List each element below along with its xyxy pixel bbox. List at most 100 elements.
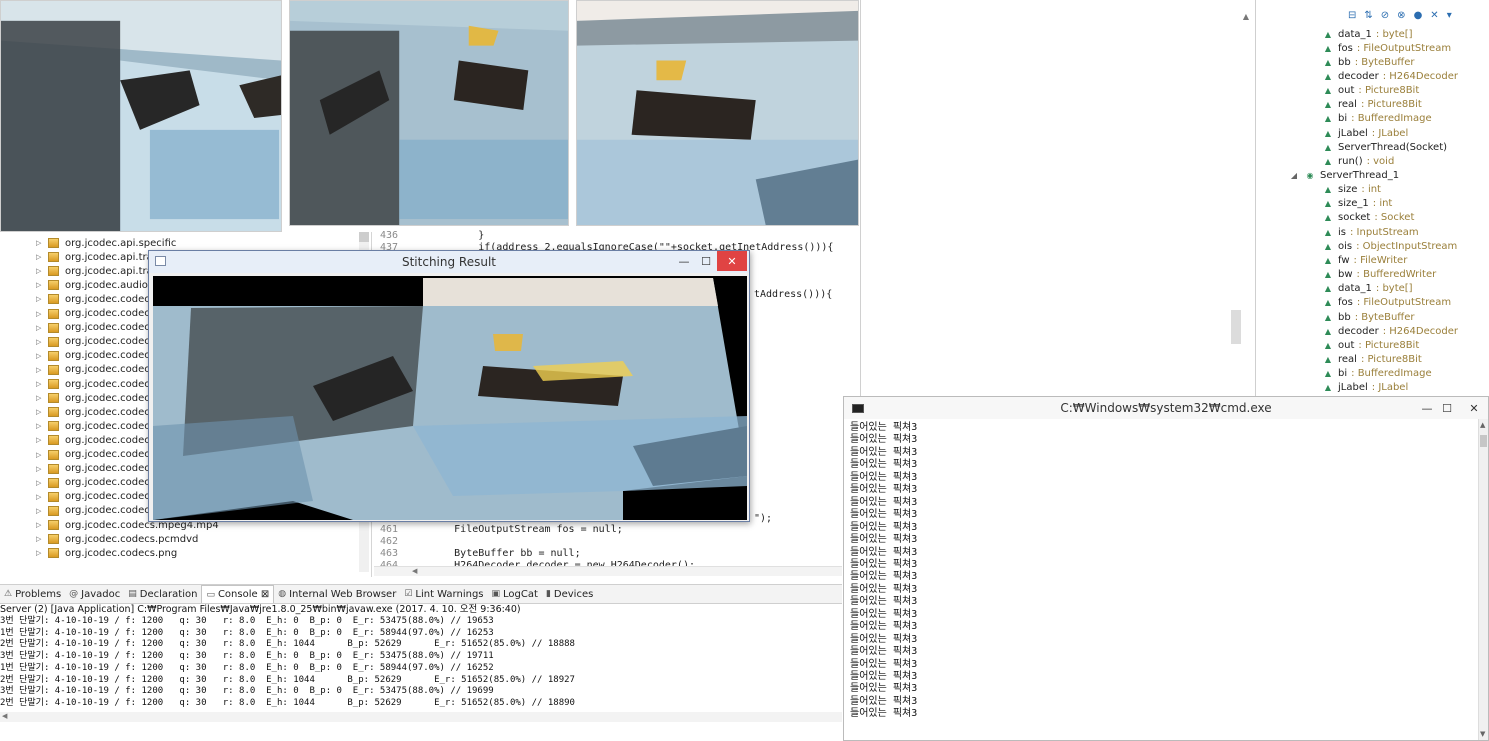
- outline-item[interactable]: ▲ real : Picture8Bit: [1322, 98, 1422, 112]
- tab-problems[interactable]: ⚠ Problems: [0, 585, 65, 603]
- outline-item[interactable]: ▲ bb : ByteBuffer: [1322, 55, 1415, 69]
- expand-arrow-icon[interactable]: ▷: [36, 352, 44, 360]
- field-icon: ▲: [1324, 213, 1332, 223]
- outline-item[interactable]: ▲ ServerThread(Socket): [1322, 140, 1451, 154]
- hide-static-icon[interactable]: ⊗: [1397, 10, 1405, 21]
- expand-arrow-icon[interactable]: ▷: [36, 465, 44, 473]
- outline-item[interactable]: ▲ bi : BufferedImage: [1322, 367, 1432, 381]
- expand-arrow-icon[interactable]: ▷: [36, 549, 44, 557]
- outline-item-type: : BufferedImage: [1351, 113, 1432, 125]
- scroll-down-icon[interactable]: ▼: [1480, 730, 1485, 738]
- expand-arrow-icon[interactable]: ▷: [36, 535, 44, 543]
- outline-item[interactable]: ▲ size_1 : int: [1322, 197, 1392, 211]
- package-item[interactable]: ▷ org.jcodec.audio: [36, 278, 148, 292]
- close-button[interactable]: ✕: [717, 251, 747, 271]
- outline-item[interactable]: ▲ bb : ByteBuffer: [1322, 310, 1415, 324]
- scroll-arrow-up-icon[interactable]: ▲: [1243, 12, 1249, 21]
- outline-item[interactable]: ▲ fw : FileWriter: [1322, 253, 1407, 267]
- editor-horizontal-scrollbar[interactable]: ◀: [374, 566, 842, 576]
- package-item[interactable]: ▷ org.jcodec.codecs.png: [36, 546, 177, 560]
- expand-arrow-icon[interactable]: ▷: [36, 422, 44, 430]
- close-button[interactable]: ✕: [1458, 398, 1489, 418]
- stitched-panorama: [153, 276, 747, 520]
- package-label: org.jcodec.codecs.png: [65, 547, 178, 559]
- package-label: org.jcodec.codecs.pcmdvd: [65, 533, 199, 545]
- expand-arrow-icon[interactable]: ▷: [36, 267, 44, 275]
- cmd-titlebar[interactable]: C:₩Windows₩system32₩cmd.exe — ☐ ✕: [844, 397, 1488, 419]
- maximize-button[interactable]: ☐: [695, 251, 717, 271]
- cmd-window[interactable]: C:₩Windows₩system32₩cmd.exe — ☐ ✕ 들어있는 픽…: [843, 396, 1489, 741]
- cmd-scrollbar[interactable]: ▲ ▼: [1478, 419, 1488, 740]
- expand-arrow-icon[interactable]: ▷: [36, 324, 44, 332]
- expand-arrow-icon[interactable]: ▷: [36, 310, 44, 318]
- package-item[interactable]: ▷ org.jcodec.api.specific: [36, 236, 176, 250]
- tab-devices[interactable]: ▮ Devices: [542, 585, 597, 603]
- class-icon: ◉: [1306, 171, 1314, 180]
- outline-item[interactable]: ▲ out : Picture8Bit: [1322, 338, 1419, 352]
- hide-fields-icon[interactable]: ⊘: [1381, 10, 1389, 21]
- package-item[interactable]: ▷ org.jcodec.codecs.pcmdvd: [36, 532, 198, 546]
- outline-item[interactable]: ▲ fos : FileOutputStream: [1322, 296, 1451, 310]
- expand-arrow-icon[interactable]: ▷: [36, 479, 44, 487]
- cmd-output-line: 들어있는 픽쳐3: [850, 422, 918, 433]
- outline-item[interactable]: ▲ is : InputStream: [1322, 225, 1419, 239]
- expand-arrow-icon[interactable]: ▷: [36, 281, 44, 289]
- tab-declaration[interactable]: ▤ Declaration: [124, 585, 201, 603]
- outline-item[interactable]: ▲ size : int: [1322, 183, 1381, 197]
- scroll-left-icon[interactable]: ◀: [412, 567, 417, 575]
- outline-item[interactable]: ▲ ois : ObjectInputStream: [1322, 239, 1457, 253]
- tab-javadoc[interactable]: @ Javadoc: [65, 585, 124, 603]
- expand-arrow-icon[interactable]: ▷: [36, 239, 44, 247]
- editor-scrollbar-thumb[interactable]: [1231, 310, 1241, 344]
- outline-item[interactable]: ▲ jLabel : JLabel: [1322, 126, 1408, 140]
- expand-arrow-icon[interactable]: ▷: [36, 366, 44, 374]
- tab-logcat[interactable]: ▣ LogCat: [488, 585, 542, 603]
- stitching-result-window[interactable]: Stitching Result — ☐ ✕: [148, 250, 750, 522]
- expand-arrow-icon[interactable]: ▷: [36, 394, 44, 402]
- console-horizontal-scrollbar[interactable]: ◀: [0, 712, 842, 722]
- expand-arrow-icon[interactable]: ▷: [36, 408, 44, 416]
- outline-item-type: : BufferedImage: [1351, 368, 1432, 380]
- expand-arrow-icon[interactable]: ▷: [36, 507, 44, 515]
- tab-lint[interactable]: ☑ Lint Warnings: [400, 585, 487, 603]
- sort-icon[interactable]: ⇅: [1364, 10, 1372, 21]
- tab-browser[interactable]: ◍ Internal Web Browser: [274, 585, 400, 603]
- outline-item[interactable]: ▲ socket : Socket: [1322, 211, 1414, 225]
- expand-arrow-icon[interactable]: ▷: [36, 253, 44, 261]
- scroll-up-icon[interactable]: ▲: [1480, 421, 1485, 429]
- collapse-all-icon[interactable]: ⊟: [1348, 10, 1356, 21]
- tab-console[interactable]: ▭ Console ⊠: [201, 585, 275, 603]
- expand-arrow-icon[interactable]: ▷: [36, 436, 44, 444]
- window-titlebar[interactable]: Stitching Result — ☐ ✕: [149, 251, 749, 273]
- expand-arrow-icon[interactable]: ◢: [1288, 171, 1300, 180]
- hide-nonpublic-icon[interactable]: ●: [1414, 10, 1423, 21]
- console-view[interactable]: Server (2) [Java Application] C:₩Program…: [0, 604, 842, 741]
- outline-item[interactable]: ▲ data_1 : byte[]: [1322, 282, 1413, 296]
- outline-item[interactable]: ▲ out : Picture8Bit: [1322, 84, 1419, 98]
- outline-item[interactable]: ◢ ◉ ServerThread_1: [1288, 169, 1403, 183]
- outline-item[interactable]: ▲ bw : BufferedWriter: [1322, 268, 1436, 282]
- expand-arrow-icon[interactable]: ▷: [36, 338, 44, 346]
- expand-arrow-icon[interactable]: ▷: [36, 451, 44, 459]
- outline-item[interactable]: ▲ decoder : H264Decoder: [1322, 69, 1458, 83]
- view-menu-icon[interactable]: ▾: [1447, 10, 1452, 21]
- console-icon: ▭: [206, 589, 215, 600]
- expand-arrow-icon[interactable]: ▷: [36, 295, 44, 303]
- minimize-button[interactable]: —: [1416, 398, 1438, 418]
- expand-arrow-icon[interactable]: ▷: [36, 493, 44, 501]
- scroll-left-icon[interactable]: ◀: [2, 712, 7, 720]
- outline-item[interactable]: ▲ jLabel : JLabel: [1322, 381, 1408, 395]
- outline-item[interactable]: ▲ bi : BufferedImage: [1322, 112, 1432, 126]
- maximize-button[interactable]: ☐: [1436, 398, 1458, 418]
- minimize-button[interactable]: —: [673, 251, 695, 271]
- outline-item[interactable]: ▲ decoder : H264Decoder: [1322, 324, 1458, 338]
- package-icon: [48, 322, 59, 333]
- outline-item[interactable]: ▲ real : Picture8Bit: [1322, 352, 1422, 366]
- expand-arrow-icon[interactable]: ▷: [36, 380, 44, 388]
- outline-item[interactable]: ▲ fos : FileOutputStream: [1322, 41, 1451, 55]
- cmd-title: C:₩Windows₩system32₩cmd.exe: [1060, 401, 1272, 415]
- expand-arrow-icon[interactable]: ▷: [36, 521, 44, 529]
- hide-local-types-icon[interactable]: ✕: [1430, 10, 1438, 21]
- outline-item[interactable]: ▲ data_1 : byte[]: [1322, 27, 1413, 41]
- outline-item[interactable]: ▲ run() : void: [1322, 154, 1394, 168]
